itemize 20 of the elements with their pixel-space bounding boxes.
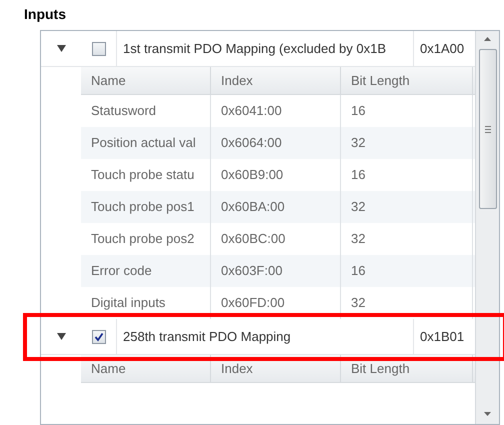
column-header[interactable]: Index [211,355,341,382]
checkmark-icon [94,332,104,342]
collapse-icon[interactable] [56,45,66,52]
group-title: 1st transmit PDO Mapping (excluded by 0x1B [123,40,386,58]
scrollbar[interactable] [475,31,499,424]
scroll-thumb[interactable] [478,49,496,209]
column-header[interactable]: Bit Length [341,355,473,382]
section-title: Inputs [24,6,66,22]
column-header[interactable]: Index [211,67,341,94]
collapse-icon[interactable] [56,333,66,340]
scroll-down-icon[interactable] [484,412,491,416]
column-header[interactable]: Bit Length [341,67,473,94]
column-header[interactable]: Name [81,355,211,382]
group-index: 0x1A00 [420,40,464,58]
checkbox[interactable] [92,42,106,56]
group-index: 0x1B01 [420,328,464,346]
scroll-up-icon[interactable] [484,37,491,41]
column-header[interactable]: Name [81,67,211,94]
checkbox[interactable] [92,330,106,344]
group-title: 258th transmit PDO Mapping [123,328,291,346]
